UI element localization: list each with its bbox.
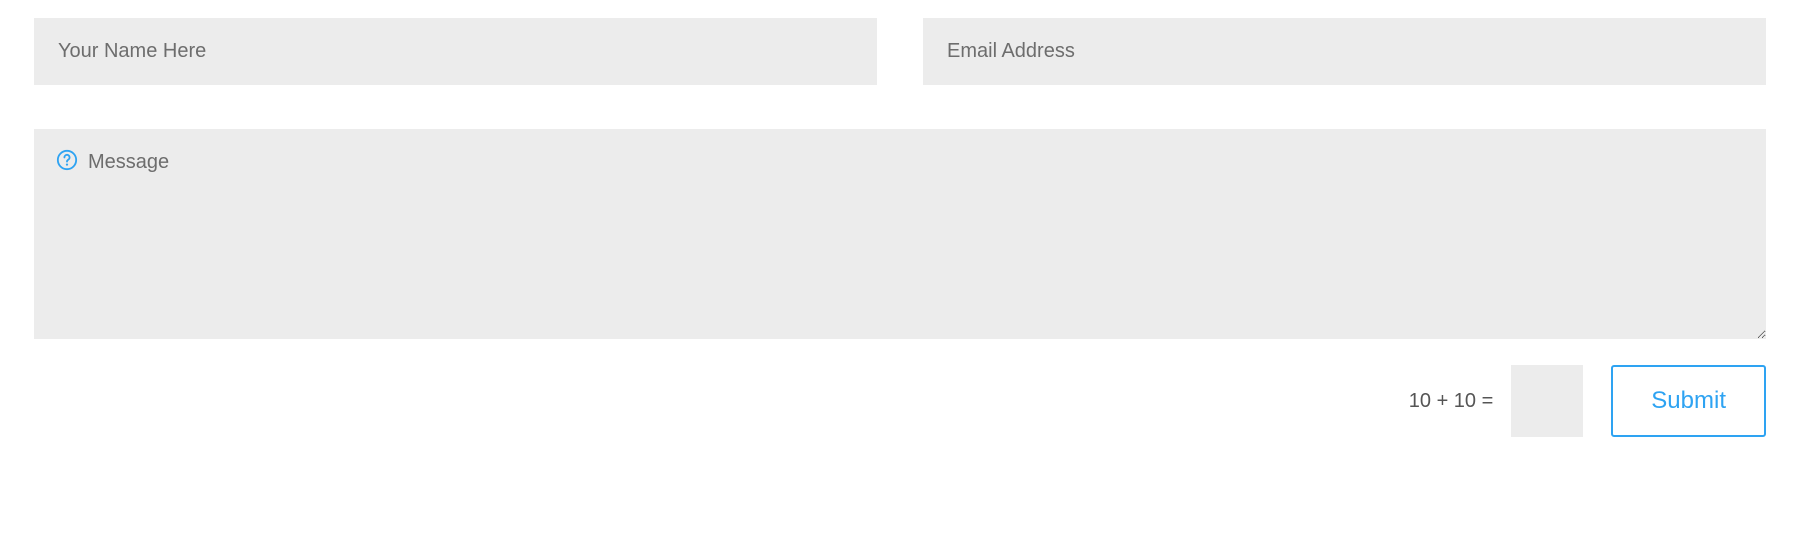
contact-form: 10 + 10 = Submit: [0, 0, 1800, 477]
name-input[interactable]: [34, 18, 877, 85]
submit-button[interactable]: Submit: [1611, 365, 1766, 437]
message-wrap: [34, 129, 1766, 339]
captcha-question: 10 + 10 =: [1409, 390, 1494, 413]
footer-row: 10 + 10 = Submit: [34, 365, 1766, 437]
email-input[interactable]: [923, 18, 1766, 85]
top-row: [34, 18, 1766, 85]
message-textarea[interactable]: [34, 129, 1766, 339]
captcha-input[interactable]: [1511, 365, 1583, 437]
